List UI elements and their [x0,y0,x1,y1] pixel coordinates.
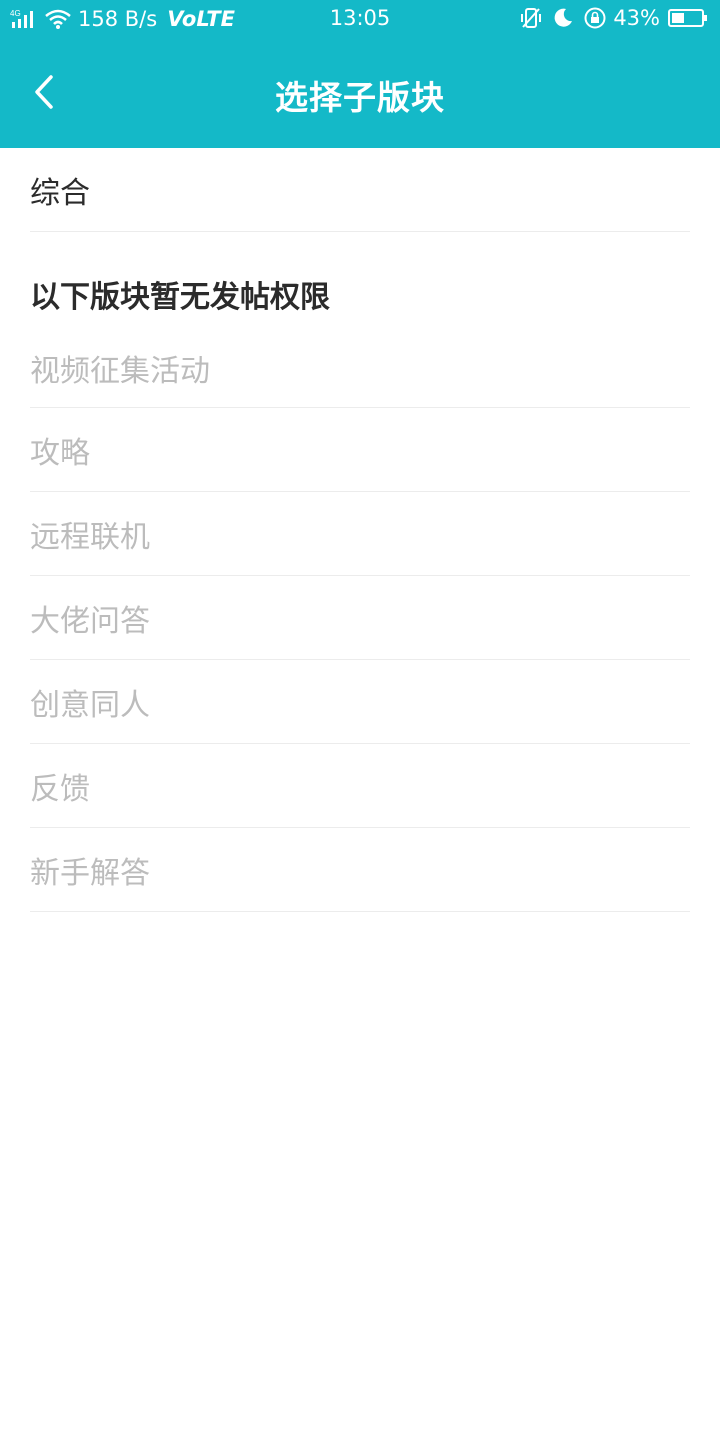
subforum-label: 综合 [30,175,90,211]
subforum-item-disabled: 大佬问答 [30,576,690,660]
subforum-item-disabled: 反馈 [30,744,690,828]
subforum-item-disabled: 新手解答 [30,828,690,912]
title-bar: 选择子版块 [0,38,720,148]
subforum-item-disabled: 创意同人 [30,660,690,744]
subforum-item-disabled: 远程联机 [30,492,690,576]
subforum-label: 创意同人 [30,687,150,723]
subforum-list: 综合 以下版块暂无发帖权限 视频征集活动 攻略 远程联机 大佬问答 创意同人 反… [0,148,720,912]
rotation-lock-icon [583,6,607,30]
subforum-label: 反馈 [30,771,90,807]
no-permission-heading: 以下版块暂无发帖权限 [30,232,720,352]
subforum-item-disabled: 视频征集活动 [30,346,690,408]
subforum-item-disabled: 攻略 [30,408,690,492]
status-bar: 4G 158 B/s VoLTE 13:05 43% [0,0,720,38]
page-title: 选择子版块 [275,78,445,117]
subforum-label: 攻略 [30,435,90,471]
battery-fill [672,13,684,23]
app-header: 4G 158 B/s VoLTE 13:05 43% 选择子版块 [0,0,720,148]
subforum-label: 新手解答 [30,855,150,891]
subforum-label: 远程联机 [30,519,150,555]
moon-icon [551,6,575,30]
subforum-item-general[interactable]: 综合 [30,148,690,232]
subforum-label: 大佬问答 [30,603,150,639]
battery-icon [668,8,708,28]
subforum-label: 视频征集活动 [30,354,210,389]
battery-percent: 43% [613,6,660,30]
vibrate-off-icon [519,6,543,30]
section-title-text: 以下版块暂无发帖权限 [30,280,330,315]
